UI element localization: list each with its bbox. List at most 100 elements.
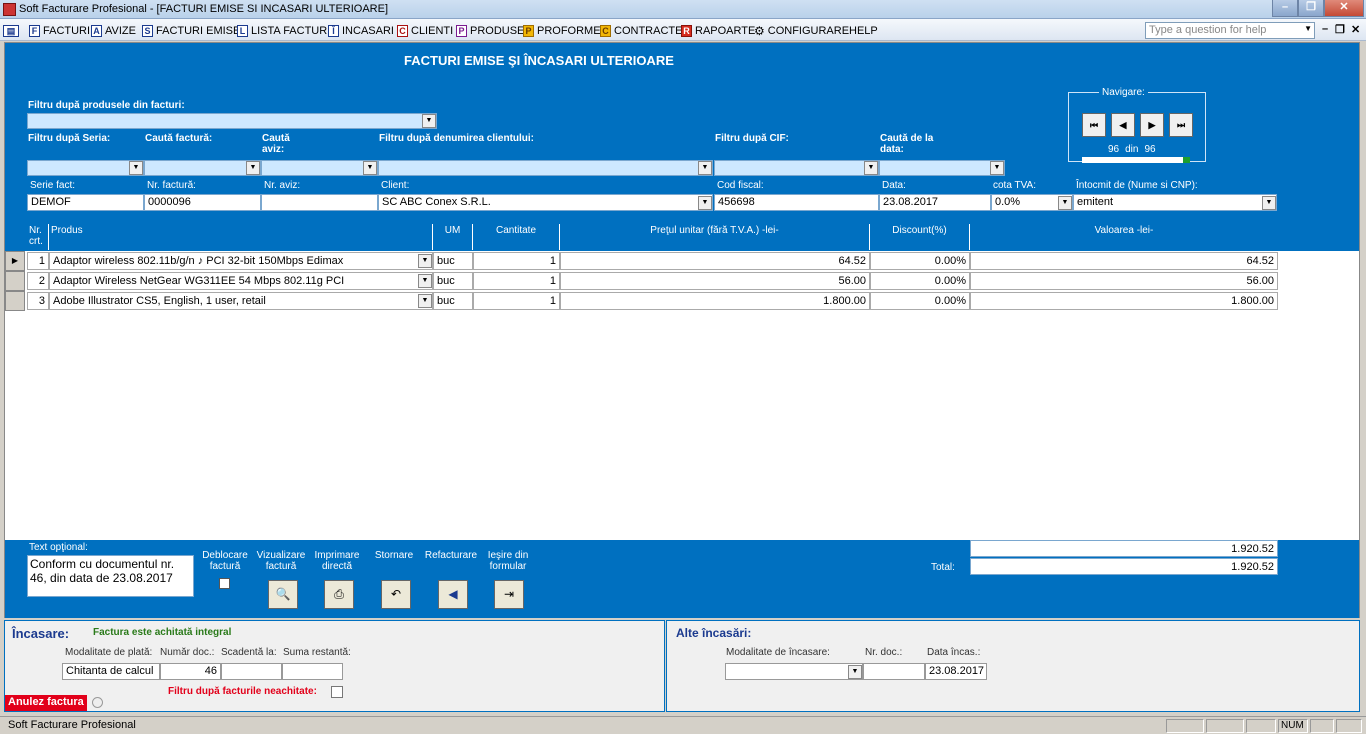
cell-cantitate[interactable]: 1 [473, 252, 560, 270]
menu-item-contracte[interactable]: C CONTRACTE [600, 23, 682, 38]
cauta-data-combo[interactable]: ▼ [879, 160, 1005, 176]
cif-field[interactable]: 456698 [714, 194, 879, 211]
cell-discount[interactable]: 0.00% [870, 292, 970, 310]
alte-nr-doc-label: Nr. doc.: [865, 647, 903, 658]
menu-item-rapoarte[interactable]: R RAPOARTE [681, 23, 755, 38]
menu-item-avize[interactable]: A AVIZE [91, 23, 136, 38]
serie-field[interactable]: DEMOF [27, 194, 144, 211]
scadenta-field[interactable] [221, 663, 282, 680]
client-label: Client: [381, 180, 410, 191]
cell-cantitate[interactable]: 1 [473, 272, 560, 290]
menu-item-lista-facturi[interactable]: L LISTA FACTURI [237, 23, 330, 38]
data-incasare-field[interactable]: 23.08.2017 [925, 663, 987, 680]
data-field[interactable]: 23.08.2017 [879, 194, 991, 211]
maximize-button[interactable]: ❐ [1298, 0, 1324, 17]
menu-item-clienti[interactable]: C CLIENTI [397, 23, 453, 38]
imprimare-label: Imprimare directă [314, 550, 360, 572]
nr-aviz-field[interactable] [261, 194, 378, 211]
first-record-button[interactable]: ⏮ [1082, 113, 1106, 137]
cell-discount[interactable]: 0.00% [870, 272, 970, 290]
mdi-minimize-button[interactable]: – [1322, 23, 1328, 35]
menu-item-facturi-emise[interactable]: S FACTURI EMISE [142, 23, 240, 38]
menu-item-produse[interactable]: P PRODUSE [456, 23, 524, 38]
text-optional-field[interactable]: Conform cu documentul nr. 46, din data d… [27, 555, 194, 597]
alte-nr-doc-field[interactable] [863, 663, 925, 680]
cell-pret[interactable]: 56.00 [560, 272, 870, 290]
modalitate-incasare-combo[interactable]: ▼ [725, 663, 863, 680]
page-title: FACTURI EMISE ŞI ÎNCASARI ULTERIOARE [404, 53, 674, 68]
chevron-down-icon[interactable]: ▼ [422, 114, 436, 128]
refacturare-button[interactable]: ◀ [438, 580, 468, 609]
chevron-down-icon[interactable]: ▼ [1262, 196, 1276, 210]
intocmit-field[interactable]: emitent ▼ [1073, 194, 1277, 211]
window-title: Soft Facturare Profesional - [FACTURI EM… [19, 3, 389, 15]
cell-um[interactable]: buc [433, 292, 473, 310]
menu-system-icon[interactable]: ▤ [3, 23, 19, 38]
stornare-button[interactable]: ↶ [381, 580, 411, 609]
minimize-button[interactable]: – [1272, 0, 1298, 17]
cauta-factura-combo[interactable]: ▼ [144, 160, 261, 176]
row-selector-current[interactable]: ▶ [5, 251, 25, 271]
cauta-aviz-combo[interactable]: ▼ [261, 160, 378, 176]
tva-field[interactable]: 0.0% ▼ [991, 194, 1073, 211]
menu-label: RAPOARTE [695, 24, 756, 37]
menu-item-help[interactable]: HELP [849, 23, 878, 38]
filtru-neachitate-checkbox[interactable] [331, 686, 343, 698]
chevron-down-icon[interactable]: ▼ [418, 254, 432, 268]
cauta-data-label: Caută de la data: [880, 133, 934, 155]
row-selector[interactable] [5, 271, 25, 291]
cell-discount[interactable]: 0.00% [870, 252, 970, 270]
suma-restanta-field[interactable] [282, 663, 343, 680]
cell-produs[interactable]: Adaptor wireless 802.11b/g/n ♪ PCI 32-bi… [49, 252, 433, 270]
filter-client-combo[interactable]: ▼ [378, 160, 713, 176]
anulez-factura-button[interactable]: Anulez factura [5, 695, 87, 711]
menu-item-facturi[interactable]: F FACTURI [29, 23, 90, 38]
chevron-down-icon[interactable]: ▼ [698, 196, 712, 210]
chevron-down-icon[interactable]: ▼ [698, 161, 712, 175]
filter-serie-combo[interactable]: ▼ [27, 160, 144, 176]
menu-label: PROFORME [537, 24, 601, 37]
chevron-down-icon[interactable]: ▼ [129, 161, 143, 175]
numar-doc-field[interactable]: 46 [160, 663, 221, 680]
chevron-down-icon[interactable]: ▼ [418, 294, 432, 308]
client-field[interactable]: SC ABC Conex S.R.L. ▼ [378, 194, 713, 211]
mdi-restore-button[interactable]: ❐ [1335, 23, 1345, 36]
chevron-down-icon[interactable]: ▼ [848, 665, 862, 679]
prev-record-button[interactable]: ◀ [1111, 113, 1135, 137]
iesire-button[interactable]: ⇥ [494, 580, 524, 609]
vizualizare-label: Vizualizare factură [256, 550, 306, 572]
imprimare-button[interactable]: ⎙ [324, 580, 354, 609]
vizualizare-button[interactable]: 🔍 [268, 580, 298, 609]
deblocare-checkbox[interactable] [219, 578, 230, 589]
cell-produs[interactable]: Adobe Illustrator CS5, English, 1 user, … [49, 292, 433, 310]
filter-produse-combo[interactable]: ▼ [27, 113, 437, 129]
cell-cantitate[interactable]: 1 [473, 292, 560, 310]
filter-cif-combo[interactable]: ▼ [714, 160, 879, 176]
menu-item-incasari[interactable]: Î INCASARI [328, 23, 394, 38]
next-record-button[interactable]: ▶ [1140, 113, 1164, 137]
anulez-radio[interactable] [92, 697, 103, 708]
menu-item-proforme[interactable]: P PROFORME [523, 23, 601, 38]
chevron-down-icon[interactable]: ▼ [418, 274, 432, 288]
cell-produs[interactable]: Adaptor Wireless NetGear WG311EE 54 Mbps… [49, 272, 433, 290]
text-optional-label: Text opţional: [29, 542, 88, 553]
chevron-down-icon[interactable]: ▼ [1058, 196, 1072, 210]
chevron-down-icon[interactable]: ▼ [363, 161, 377, 175]
mdi-close-button[interactable]: ✕ [1351, 23, 1360, 36]
nr-factura-field[interactable]: 0000096 [144, 194, 261, 211]
row-selector[interactable] [5, 291, 25, 311]
modalitate-plata-field[interactable]: Chitanta de calcul [62, 663, 160, 680]
modalitate-incasare-label: Modalitate de încasare: [726, 647, 830, 658]
cell-um[interactable]: buc [433, 252, 473, 270]
chevron-down-icon[interactable]: ▼ [246, 161, 260, 175]
chevron-down-icon[interactable]: ▼ [990, 161, 1004, 175]
menu-item-configurare[interactable]: ⚙ CONFIGURARE [754, 23, 849, 38]
produs-value: Adaptor wireless 802.11b/g/n ♪ PCI 32-bi… [53, 255, 344, 267]
cell-pret[interactable]: 64.52 [560, 252, 870, 270]
cell-um[interactable]: buc [433, 272, 473, 290]
last-record-button[interactable]: ⏭ [1169, 113, 1193, 137]
help-search-input[interactable]: Type a question for help ▼ [1145, 22, 1315, 39]
chevron-down-icon[interactable]: ▼ [864, 161, 878, 175]
close-button[interactable]: ✕ [1324, 0, 1364, 17]
cell-pret[interactable]: 1.800.00 [560, 292, 870, 310]
